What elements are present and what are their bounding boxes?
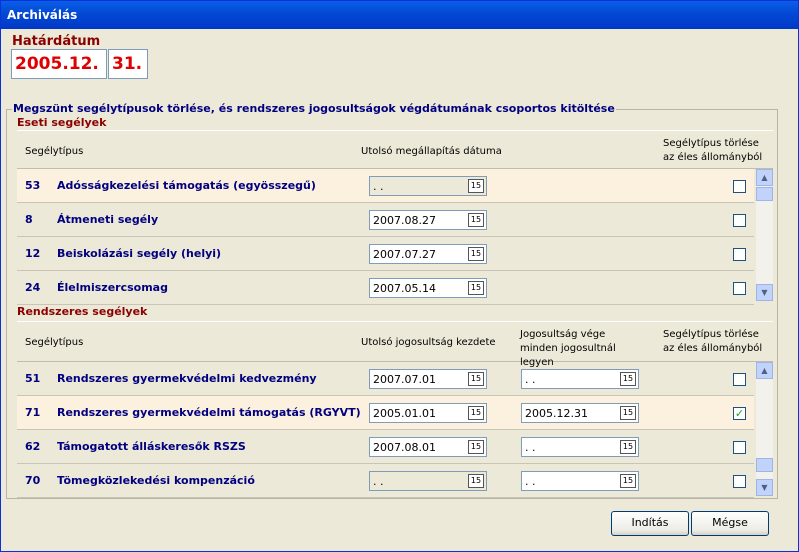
date-value: 2007.07.01 [373,373,436,386]
row-name: Adósságkezelési támogatás (egyösszegű) [57,179,316,192]
calendar-icon[interactable]: 15 [468,440,484,454]
date-value: . . [525,475,536,488]
last-date-field[interactable]: 2007.07.27 15 [369,244,487,264]
date-value: . . [373,180,384,193]
row-code: 62 [25,440,41,453]
calendar-icon[interactable]: 15 [468,213,484,227]
calendar-icon[interactable]: 15 [620,406,636,420]
end-date-field[interactable]: . . 15 [521,471,639,491]
scroll-down-button[interactable]: ▼ [756,479,773,496]
delete-checkbox[interactable] [733,248,746,261]
calendar-icon[interactable]: 15 [468,406,484,420]
eseti-scrollbar[interactable]: ▲ ▼ [756,169,773,301]
date-value: 2007.05.14 [373,282,436,295]
date-value: 2007.08.27 [373,214,436,227]
delete-checkbox[interactable] [733,214,746,227]
window-title: Archiválás [1,1,798,29]
rendszeres-row[interactable]: 51 Rendszeres gyermekvédelmi kedvezmény … [17,362,754,396]
rendszeres-grid: Segélytípus Utolsó jogosultság kezdete J… [17,321,773,498]
header-delete: Segélytípus törlése az éles állományból [663,329,763,354]
eseti-row[interactable]: 24 Élelmiszercsomag 2007.05.14 15 [17,271,754,305]
row-name: Rendszeres gyermekvédelmi kedvezmény [57,372,317,385]
header-type: Segélytípus [25,146,84,157]
calendar-icon[interactable]: 15 [468,281,484,295]
calendar-icon[interactable]: 15 [468,247,484,261]
last-date-field[interactable]: 2007.05.14 15 [369,278,487,298]
date-value: 2005.01.01 [373,407,436,420]
rendszeres-header: Segélytípus Utolsó jogosultság kezdete J… [17,322,773,368]
eseti-row[interactable]: 12 Beiskolázási segély (helyi) 2007.07.2… [17,237,754,271]
eseti-grid: Segélytípus Utolsó megállapítás dátuma S… [17,130,773,305]
rendszeres-section-title: Rendszeres segélyek [17,305,148,318]
date-value: 2007.08.01 [373,441,436,454]
end-date-field[interactable]: . . 15 [521,369,639,389]
cutoff-day-field[interactable]: 31. [108,49,148,79]
delete-checkbox[interactable] [733,373,746,386]
row-name: Élelmiszercsomag [57,281,168,294]
delete-checkbox[interactable] [733,282,746,295]
header-type: Segélytípus [25,337,84,348]
start-date-field[interactable]: 2005.01.01 15 [369,403,487,423]
start-date-field[interactable]: 2007.07.01 15 [369,369,487,389]
row-code: 8 [25,213,33,226]
eseti-header: Segélytípus Utolsó megállapítás dátuma S… [17,131,773,169]
scroll-down-button[interactable]: ▼ [756,284,773,301]
row-code: 51 [25,372,41,385]
calendar-icon[interactable]: 15 [468,474,484,488]
row-name: Beiskolázási segély (helyi) [57,247,222,260]
header-last-date: Utolsó megállapítás dátuma [361,146,502,157]
scroll-thumb[interactable] [756,458,773,472]
rendszeres-row[interactable]: 62 Támogatott álláskeresők RSZS 2007.08.… [17,430,754,464]
calendar-icon[interactable]: 15 [620,440,636,454]
start-date-field[interactable]: 2007.08.01 15 [369,437,487,457]
header-delete: Segélytípus törlése az éles állományból [663,138,763,163]
row-name: Átmeneti segély [57,213,159,226]
calendar-icon[interactable]: 15 [468,179,484,193]
scroll-up-button[interactable]: ▲ [756,169,773,186]
rendszeres-row[interactable]: 70 Tömegközlekedési kompenzáció . . 15 . … [17,464,754,498]
cutoff-label: Határdátum [12,34,101,49]
row-code: 53 [25,179,41,192]
delete-checkbox[interactable] [733,441,746,454]
eseti-section-title: Eseti segélyek [17,116,107,129]
row-name: Tömegközlekedési kompenzáció [57,474,255,487]
date-value: . . [525,441,536,454]
rendszeres-scrollbar[interactable]: ▲ ▼ [756,362,773,496]
archive-window: Archiválás Határdátum 2005.12. 31. Megsz… [0,0,799,552]
end-date-field[interactable]: 2005.12.31 15 [521,403,639,423]
row-code: 70 [25,474,41,487]
scroll-thumb[interactable] [756,187,773,201]
delete-checkbox[interactable]: ✓ [733,407,746,420]
row-name: Rendszeres gyermekvédelmi támogatás (RGY… [57,406,361,419]
rendszeres-row[interactable]: 71 Rendszeres gyermekvédelmi támogatás (… [17,396,754,430]
delete-checkbox[interactable] [733,475,746,488]
row-code: 71 [25,406,41,419]
date-value: . . [525,373,536,386]
calendar-icon[interactable]: 15 [468,372,484,386]
cutoff-year-month-field[interactable]: 2005.12. [11,49,107,79]
calendar-icon[interactable]: 15 [620,474,636,488]
calendar-icon[interactable]: 15 [620,372,636,386]
last-date-field[interactable]: . . 15 [369,176,487,196]
eseti-row[interactable]: 8 Átmeneti segély 2007.08.27 15 [17,203,754,237]
date-value: 2005.12.31 [525,407,588,420]
cancel-button[interactable]: Mégse [691,511,769,536]
row-code: 24 [25,281,41,294]
date-value: . . [373,475,384,488]
header-last-start: Utolsó jogosultság kezdete [361,337,496,348]
delete-checkbox[interactable] [733,180,746,193]
last-date-field[interactable]: 2007.08.27 15 [369,210,487,230]
start-button[interactable]: Indítás [611,511,689,536]
start-date-field[interactable]: . . 15 [369,471,487,491]
row-name: Támogatott álláskeresők RSZS [57,440,246,453]
scroll-up-button[interactable]: ▲ [756,362,773,379]
row-code: 12 [25,247,41,260]
eseti-row[interactable]: 53 Adósságkezelési támogatás (egyösszegű… [17,169,754,203]
group-title: Megszünt segélytípusok törlése, és rends… [12,102,616,115]
date-value: 2007.07.27 [373,248,436,261]
end-date-field[interactable]: . . 15 [521,437,639,457]
